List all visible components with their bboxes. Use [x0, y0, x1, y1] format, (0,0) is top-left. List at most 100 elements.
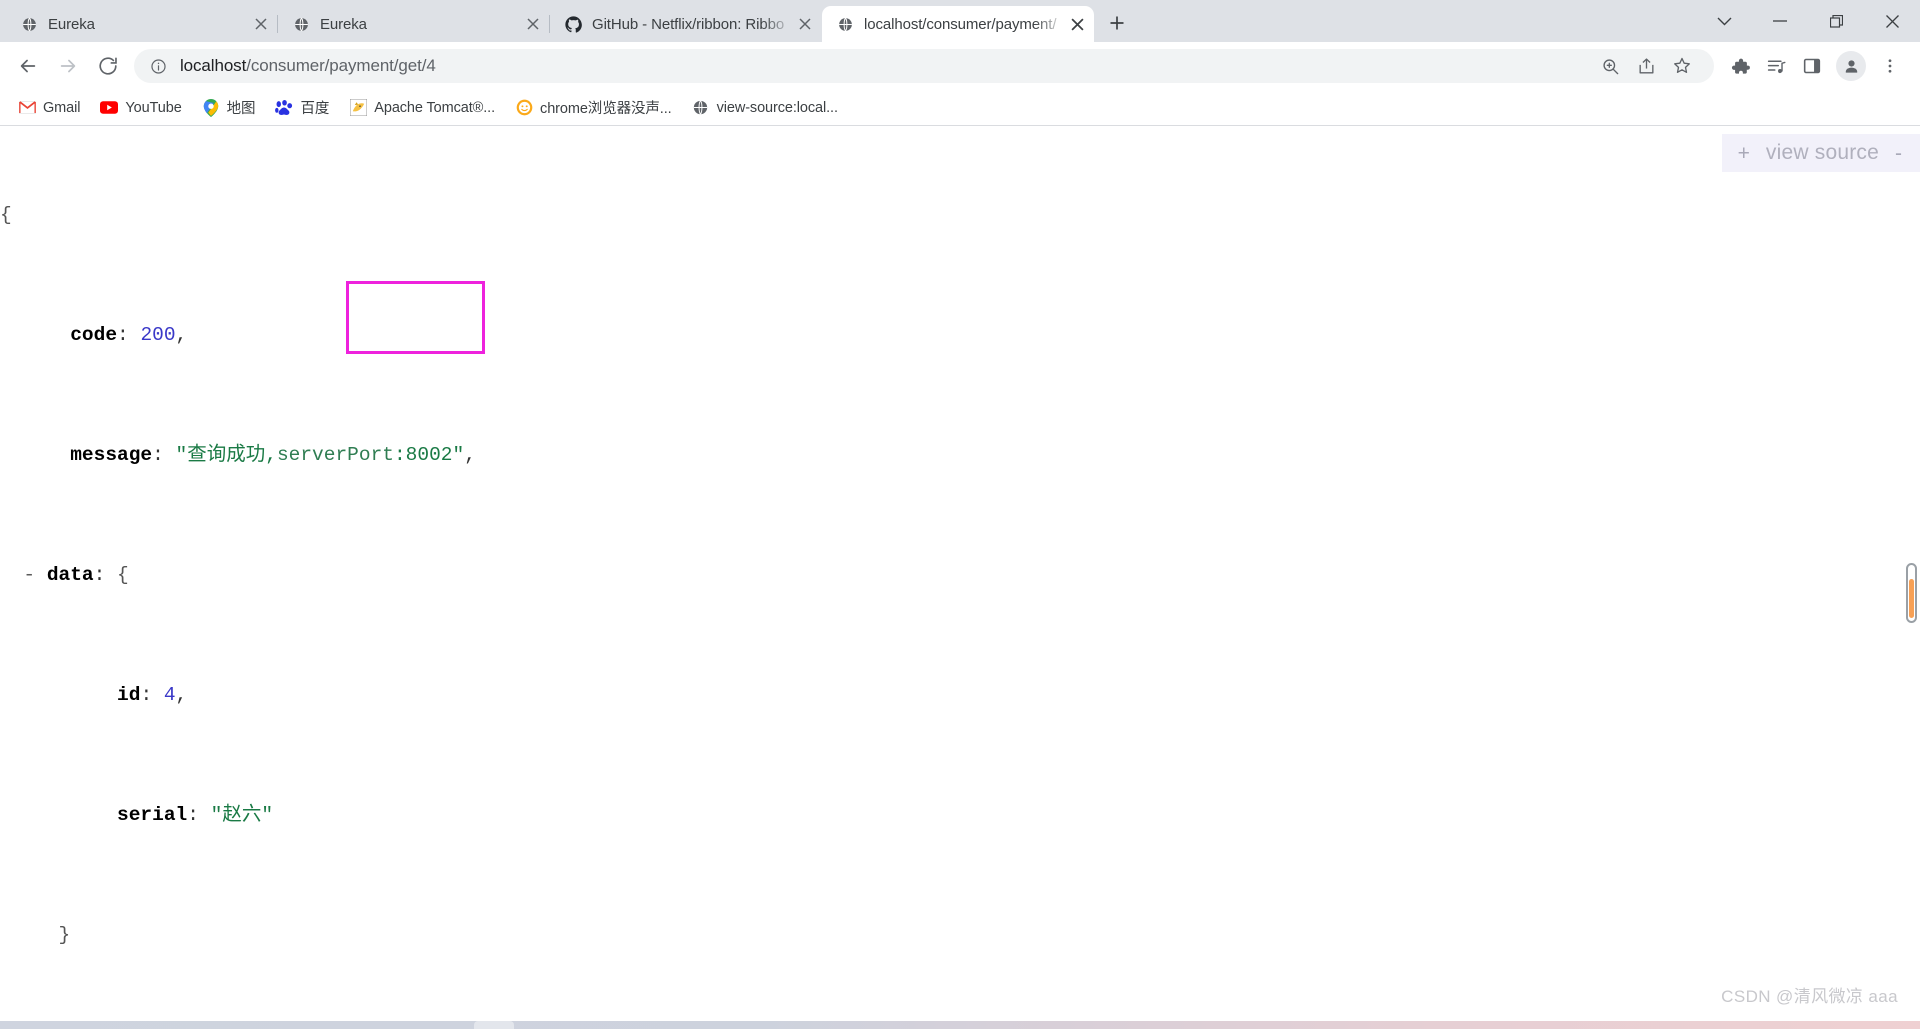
json-sep: :: [93, 564, 118, 586]
bookmark-gmail[interactable]: Gmail: [10, 95, 88, 121]
tab-search-button[interactable]: [1696, 0, 1752, 42]
json-value-id: 4: [163, 684, 176, 706]
zoom-in-icon[interactable]: [1592, 48, 1628, 84]
bookmark-label: chrome浏览器没声...: [540, 101, 672, 117]
globe-icon: [20, 15, 38, 33]
close-icon[interactable]: [1066, 13, 1088, 35]
json-line-id: id: 4,: [0, 680, 1920, 710]
browser-window: Eureka Eureka GitHub - Netflix/ribbon: R…: [0, 0, 1920, 1029]
json-key-id: id: [117, 684, 141, 706]
baidu-icon: [275, 99, 293, 117]
json-key-data: data: [46, 564, 94, 586]
bookmark-apache-tomcat[interactable]: Apache Tomcat®...: [341, 95, 503, 121]
json-value-serial: "赵六": [210, 804, 274, 826]
restore-button[interactable]: [1808, 0, 1864, 42]
github-icon: [564, 15, 582, 33]
json-sep: :: [117, 324, 141, 346]
url-host: localhost: [180, 56, 247, 75]
google-maps-icon: [202, 98, 220, 117]
globe-icon: [292, 15, 310, 33]
json-line-message: message: "查询成功,serverPort:8002",: [0, 440, 1920, 470]
tab-title: Eureka: [48, 15, 95, 33]
expand-all-button[interactable]: +: [1738, 143, 1750, 164]
close-icon[interactable]: [522, 13, 544, 35]
bookmark-baidu[interactable]: 百度: [267, 95, 337, 121]
json-value-message-prefix: "查询成功,: [175, 444, 277, 466]
bookmark-view-source[interactable]: view-source:local...: [684, 95, 846, 121]
close-window-button[interactable]: [1864, 0, 1920, 42]
tomcat-icon: [349, 99, 367, 117]
gmail-icon: [18, 99, 36, 117]
media-playlist-icon[interactable]: [1758, 48, 1794, 84]
scrollbar-indicator[interactable]: [1906, 563, 1917, 623]
bookmark-maps[interactable]: 地图: [194, 95, 264, 121]
collapse-all-button[interactable]: -: [1895, 143, 1902, 164]
close-icon[interactable]: [250, 13, 272, 35]
bookmark-chrome-no-sound[interactable]: chrome浏览器没声...: [507, 95, 680, 121]
reload-button[interactable]: [88, 46, 128, 86]
profile-avatar-icon[interactable]: [1836, 51, 1866, 81]
back-button[interactable]: [8, 46, 48, 86]
json-value-message-port: :8002: [393, 444, 453, 466]
omnibox-actions: [1592, 48, 1700, 84]
json-line-serial: serial: "赵六": [0, 800, 1920, 830]
bookmark-label: Gmail: [43, 99, 81, 116]
tab-eureka-2[interactable]: Eureka: [278, 6, 550, 42]
json-collapse-toggle-data[interactable]: -: [23, 564, 35, 586]
json-sep: :: [187, 804, 211, 826]
json-value-code: 200: [140, 324, 176, 346]
tab-eureka-1[interactable]: Eureka: [6, 6, 278, 42]
json-open-brace-data: {: [117, 564, 129, 586]
globe-icon: [692, 99, 710, 117]
json-line-data: - data: {: [0, 560, 1920, 590]
share-icon[interactable]: [1628, 48, 1664, 84]
json-comma: ,: [464, 444, 476, 466]
side-panel-icon[interactable]: [1794, 48, 1830, 84]
os-taskbar: [0, 1021, 1920, 1029]
tab-github-ribbon[interactable]: GitHub - Netflix/ribbon: Ribbo: [550, 6, 822, 42]
json-key-message: message: [70, 444, 153, 466]
json-value-message-suffix: ": [452, 444, 465, 466]
minimize-button[interactable]: [1752, 0, 1808, 42]
taskbar-item[interactable]: [474, 1021, 514, 1029]
bookmark-label: view-source:local...: [716, 99, 838, 116]
browser-toolbar: localhost/consumer/payment/get/4: [0, 42, 1920, 90]
bookmark-star-icon[interactable]: [1664, 48, 1700, 84]
json-comma: ,: [175, 324, 188, 346]
new-tab-button[interactable]: [1100, 6, 1134, 40]
close-icon[interactable]: [794, 13, 816, 35]
page-content: + view source - { code: 200, message: "查…: [0, 126, 1920, 1029]
json-close-brace-data: }: [58, 924, 71, 946]
tab-localhost-payment[interactable]: localhost/consumer/payment/: [822, 6, 1094, 42]
window-controls: [1696, 0, 1920, 42]
tab-title: GitHub - Netflix/ribbon: Ribbo: [592, 15, 785, 33]
json-value-message-field: serverPort: [276, 444, 394, 466]
tab-title: Eureka: [320, 15, 367, 33]
forward-button[interactable]: [48, 46, 88, 86]
json-line-code: code: 200,: [0, 320, 1920, 350]
watermark: CSDN @清风微凉 aaa: [1721, 987, 1898, 1006]
view-source-panel: + view source -: [1721, 134, 1920, 172]
youtube-icon: [100, 99, 119, 117]
toolbar-right-icons: [1722, 48, 1912, 84]
bookmark-label: Apache Tomcat®...: [374, 99, 496, 116]
url-text[interactable]: localhost/consumer/payment/get/4: [180, 56, 436, 76]
globe-icon: [836, 15, 854, 33]
json-key-code: code: [70, 324, 118, 346]
bookmark-label: YouTube: [125, 99, 182, 116]
json-line-open: {: [0, 200, 1920, 230]
tab-strip: Eureka Eureka GitHub - Netflix/ribbon: R…: [0, 0, 1920, 42]
bookmark-youtube[interactable]: YouTube: [92, 95, 189, 121]
json-line-inner-close: }: [0, 920, 1920, 950]
json-sep: :: [152, 444, 176, 466]
chrome-menu-icon[interactable]: [1872, 48, 1908, 84]
smiley-icon: [515, 99, 533, 117]
scrollbar-thumb[interactable]: [1909, 579, 1914, 618]
view-source-link[interactable]: view source: [1766, 141, 1879, 165]
url-path: /consumer/payment/get/4: [246, 56, 436, 75]
info-circle-icon[interactable]: [148, 56, 168, 76]
address-bar[interactable]: localhost/consumer/payment/get/4: [134, 49, 1714, 83]
extensions-puzzle-icon[interactable]: [1722, 48, 1758, 84]
json-open-brace: {: [0, 204, 12, 226]
bookmarks-bar: Gmail YouTube 地图 百度 Apache Tomcat®... ch…: [0, 90, 1920, 126]
